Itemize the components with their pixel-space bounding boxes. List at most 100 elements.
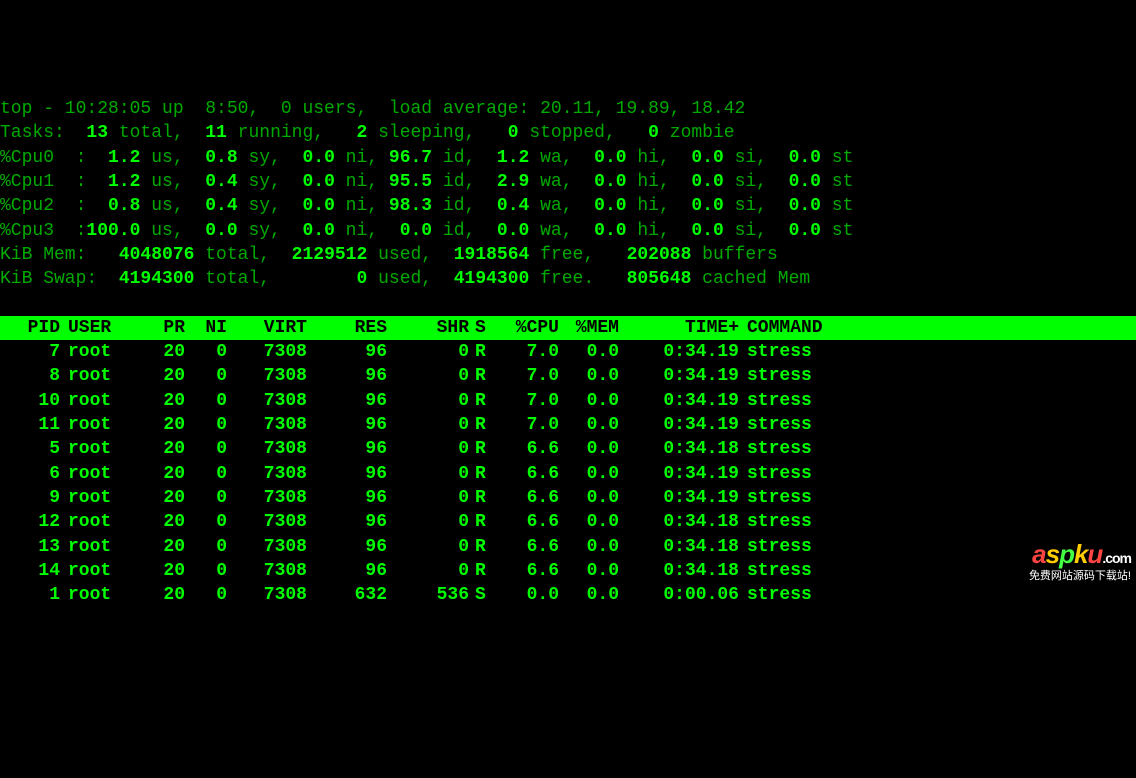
cell-cpu: 7.0 (489, 364, 559, 388)
cell-res: 96 (307, 486, 387, 510)
cell-res: 96 (307, 510, 387, 534)
cell-s: R (469, 559, 489, 583)
cell-cmd: stress (739, 535, 829, 559)
cell-pid: 1 (0, 583, 60, 607)
cell-mem: 0.0 (559, 413, 619, 437)
col-cpu[interactable]: %CPU (489, 316, 559, 340)
cell-ni: 0 (185, 413, 227, 437)
cell-cmd: stress (739, 389, 829, 413)
cell-user: root (60, 535, 120, 559)
cell-pid: 5 (0, 437, 60, 461)
watermark-logo: aspku.com (1029, 539, 1131, 570)
process-row[interactable]: 10root2007308960R7.00.00:34.19stress (0, 389, 1136, 413)
cell-ni: 0 (185, 340, 227, 364)
cell-time: 0:00.06 (619, 583, 739, 607)
cell-virt: 7308 (227, 559, 307, 583)
cell-time: 0:34.18 (619, 510, 739, 534)
cell-time: 0:34.18 (619, 559, 739, 583)
col-pid[interactable]: PID (0, 316, 60, 340)
col-time[interactable]: TIME+ (619, 316, 739, 340)
col-mem[interactable]: %MEM (559, 316, 619, 340)
cell-shr: 0 (387, 535, 469, 559)
cell-time: 0:34.19 (619, 340, 739, 364)
cell-time: 0:34.19 (619, 486, 739, 510)
cell-pr: 20 (120, 559, 185, 583)
cell-s: R (469, 437, 489, 461)
process-row[interactable]: 5root2007308960R6.60.00:34.18stress (0, 437, 1136, 461)
cell-res: 96 (307, 437, 387, 461)
cell-cpu: 7.0 (489, 389, 559, 413)
cell-cmd: stress (739, 413, 829, 437)
cell-cmd: stress (739, 583, 829, 607)
cell-cmd: stress (739, 486, 829, 510)
cell-shr: 0 (387, 486, 469, 510)
col-pr[interactable]: PR (120, 316, 185, 340)
process-row[interactable]: 13root2007308960R6.60.00:34.18stress (0, 535, 1136, 559)
process-row[interactable]: 7root2007308960R7.00.00:34.19stress (0, 340, 1136, 364)
col-res[interactable]: RES (307, 316, 387, 340)
cell-pr: 20 (120, 462, 185, 486)
cell-time: 0:34.19 (619, 389, 739, 413)
cell-s: S (469, 583, 489, 607)
col-cmd[interactable]: COMMAND (739, 316, 829, 340)
cell-pr: 20 (120, 510, 185, 534)
col-shr[interactable]: SHR (387, 316, 469, 340)
cell-mem: 0.0 (559, 583, 619, 607)
cell-virt: 7308 (227, 340, 307, 364)
cell-virt: 7308 (227, 364, 307, 388)
cell-cpu: 6.6 (489, 462, 559, 486)
cell-cpu: 0.0 (489, 583, 559, 607)
cell-res: 96 (307, 462, 387, 486)
cell-res: 96 (307, 413, 387, 437)
cpu0-line: %Cpu0 : 1.2 us, 0.8 sy, 0.0 ni, 96.7 id,… (0, 146, 1136, 170)
cpu1-line: %Cpu1 : 1.2 us, 0.4 sy, 0.0 ni, 95.5 id,… (0, 170, 1136, 194)
cell-ni: 0 (185, 486, 227, 510)
process-row[interactable]: 1root2007308632536S0.00.00:00.06stress (0, 583, 1136, 607)
col-s[interactable]: S (469, 316, 489, 340)
process-row[interactable]: 14root2007308960R6.60.00:34.18stress (0, 559, 1136, 583)
cell-mem: 0.0 (559, 462, 619, 486)
cell-user: root (60, 340, 120, 364)
cell-user: root (60, 559, 120, 583)
cell-res: 96 (307, 535, 387, 559)
cell-ni: 0 (185, 559, 227, 583)
cell-shr: 0 (387, 462, 469, 486)
cell-mem: 0.0 (559, 389, 619, 413)
cell-shr: 0 (387, 364, 469, 388)
process-row[interactable]: 9root2007308960R6.60.00:34.19stress (0, 486, 1136, 510)
watermark: aspku.com 免费网站源码下载站! (1029, 539, 1131, 583)
cell-s: R (469, 510, 489, 534)
cell-cpu: 6.6 (489, 486, 559, 510)
cell-pid: 11 (0, 413, 60, 437)
cell-virt: 7308 (227, 389, 307, 413)
cell-user: root (60, 413, 120, 437)
cell-pid: 6 (0, 462, 60, 486)
cell-shr: 0 (387, 510, 469, 534)
cell-pid: 8 (0, 364, 60, 388)
cell-res: 96 (307, 340, 387, 364)
cell-pr: 20 (120, 437, 185, 461)
cell-shr: 0 (387, 389, 469, 413)
process-row[interactable]: 6root2007308960R6.60.00:34.19stress (0, 462, 1136, 486)
top-terminal-output: top - 10:28:05 up 8:50, 0 users, load av… (0, 97, 1136, 607)
process-row[interactable]: 12root2007308960R6.60.00:34.18stress (0, 510, 1136, 534)
col-virt[interactable]: VIRT (227, 316, 307, 340)
cell-shr: 536 (387, 583, 469, 607)
swap-line: KiB Swap: 4194300 total, 0 used, 4194300… (0, 267, 1136, 291)
process-row[interactable]: 8root2007308960R7.00.00:34.19stress (0, 364, 1136, 388)
top-summary-line: top - 10:28:05 up 8:50, 0 users, load av… (0, 97, 1136, 121)
watermark-tagline: 免费网站源码下载站! (1029, 570, 1131, 583)
col-ni[interactable]: NI (185, 316, 227, 340)
cell-s: R (469, 340, 489, 364)
col-user[interactable]: USER (60, 316, 120, 340)
cell-s: R (469, 413, 489, 437)
process-table-header[interactable]: PIDUSERPRNIVIRTRESSHRS%CPU%MEMTIME+COMMA… (0, 316, 1136, 340)
cell-virt: 7308 (227, 462, 307, 486)
cell-s: R (469, 364, 489, 388)
cell-mem: 0.0 (559, 559, 619, 583)
cell-pid: 14 (0, 559, 60, 583)
cell-virt: 7308 (227, 510, 307, 534)
cell-pid: 12 (0, 510, 60, 534)
process-row[interactable]: 11root2007308960R7.00.00:34.19stress (0, 413, 1136, 437)
cell-cpu: 6.6 (489, 437, 559, 461)
